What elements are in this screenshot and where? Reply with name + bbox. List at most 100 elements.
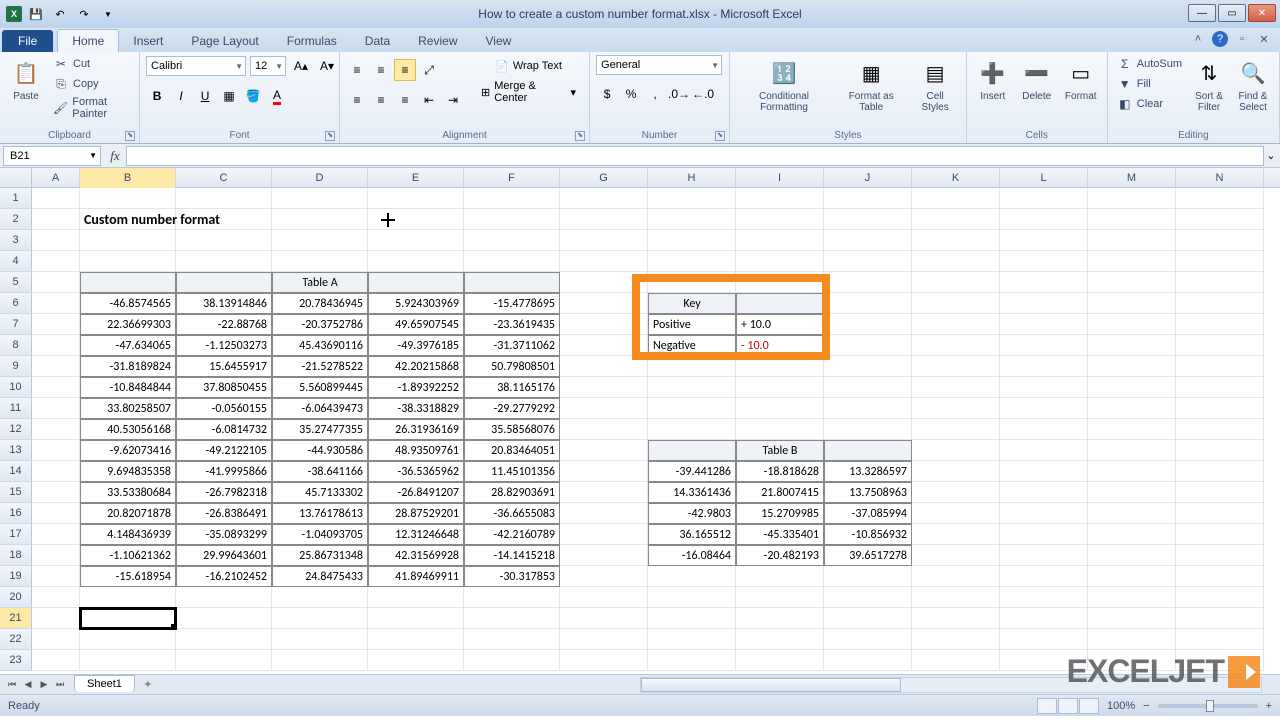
col-header-G[interactable]: G bbox=[560, 168, 648, 188]
cell[interactable] bbox=[32, 188, 80, 209]
row-header-2[interactable]: 2 bbox=[0, 209, 32, 230]
cell[interactable] bbox=[824, 356, 912, 377]
cell[interactable] bbox=[1000, 188, 1088, 209]
tab-view[interactable]: View bbox=[472, 30, 526, 52]
cell[interactable] bbox=[464, 251, 560, 272]
cell[interactable] bbox=[1176, 272, 1264, 293]
increase-font-icon[interactable]: A▴ bbox=[290, 55, 312, 77]
redo-icon[interactable]: ↷ bbox=[74, 4, 94, 24]
tab-page-layout[interactable]: Page Layout bbox=[177, 30, 272, 52]
new-sheet-icon[interactable]: ✦ bbox=[139, 677, 157, 693]
cell[interactable] bbox=[1000, 293, 1088, 314]
zoom-level[interactable]: 100% bbox=[1107, 700, 1135, 712]
row-header-3[interactable]: 3 bbox=[0, 230, 32, 251]
cut-button[interactable]: ✂Cut bbox=[50, 55, 133, 73]
cell[interactable] bbox=[32, 251, 80, 272]
cell[interactable]: - 10.0 bbox=[736, 335, 824, 356]
cell[interactable]: -44.930586 bbox=[272, 440, 368, 461]
cell[interactable]: -21.5278522 bbox=[272, 356, 368, 377]
cell[interactable]: -29.2779292 bbox=[464, 398, 560, 419]
cell[interactable] bbox=[912, 461, 1000, 482]
cell[interactable] bbox=[1088, 461, 1176, 482]
horizontal-scrollbar[interactable] bbox=[640, 677, 1262, 693]
cell[interactable] bbox=[1176, 230, 1264, 251]
cell[interactable]: -10.8484844 bbox=[80, 377, 176, 398]
cell[interactable] bbox=[824, 188, 912, 209]
font-color-button[interactable]: A bbox=[266, 85, 288, 107]
cell[interactable]: 9.694835358 bbox=[80, 461, 176, 482]
cell[interactable] bbox=[560, 188, 648, 209]
cell[interactable] bbox=[32, 293, 80, 314]
cell[interactable] bbox=[1176, 608, 1264, 629]
minimize-button[interactable]: — bbox=[1188, 4, 1216, 22]
cell[interactable] bbox=[1088, 335, 1176, 356]
border-button[interactable]: ▦ bbox=[218, 85, 240, 107]
col-header-K[interactable]: K bbox=[912, 168, 1000, 188]
cell[interactable]: 11.45101356 bbox=[464, 461, 560, 482]
cell[interactable]: -39.441286 bbox=[648, 461, 736, 482]
col-header-M[interactable]: M bbox=[1088, 168, 1176, 188]
cell[interactable]: -16.08464 bbox=[648, 545, 736, 566]
select-all-corner[interactable] bbox=[0, 168, 32, 188]
cell[interactable]: -31.8189824 bbox=[80, 356, 176, 377]
cell[interactable] bbox=[368, 629, 464, 650]
cell[interactable] bbox=[912, 398, 1000, 419]
underline-button[interactable]: U bbox=[194, 85, 216, 107]
cell[interactable]: 42.31569928 bbox=[368, 545, 464, 566]
cell[interactable] bbox=[648, 629, 736, 650]
cell[interactable] bbox=[272, 188, 368, 209]
cell[interactable] bbox=[648, 419, 736, 440]
dialog-launcher-icon[interactable]: ⬊ bbox=[715, 131, 725, 141]
col-header-A[interactable]: A bbox=[32, 168, 80, 188]
bold-button[interactable]: B bbox=[146, 85, 168, 107]
cell[interactable] bbox=[648, 440, 736, 461]
cell[interactable]: -38.3318829 bbox=[368, 398, 464, 419]
cell[interactable] bbox=[1000, 650, 1088, 671]
cell[interactable] bbox=[912, 314, 1000, 335]
cell[interactable] bbox=[1088, 398, 1176, 419]
save-icon[interactable]: 💾 bbox=[26, 4, 46, 24]
cell[interactable] bbox=[648, 608, 736, 629]
cell[interactable] bbox=[272, 209, 368, 230]
cell[interactable] bbox=[648, 377, 736, 398]
undo-icon[interactable]: ↶ bbox=[50, 4, 70, 24]
cell[interactable] bbox=[912, 482, 1000, 503]
cell[interactable]: -47.634065 bbox=[80, 335, 176, 356]
cell[interactable] bbox=[1176, 482, 1264, 503]
cell[interactable]: -26.7982318 bbox=[176, 482, 272, 503]
cell[interactable]: -20.3752786 bbox=[272, 314, 368, 335]
cell[interactable]: -18.818628 bbox=[736, 461, 824, 482]
last-sheet-icon[interactable]: ⏭ bbox=[52, 677, 68, 693]
copy-button[interactable]: ⎘Copy bbox=[50, 75, 133, 93]
cell[interactable] bbox=[272, 650, 368, 671]
cell[interactable]: -16.2102452 bbox=[176, 566, 272, 587]
italic-button[interactable]: I bbox=[170, 85, 192, 107]
row-header-23[interactable]: 23 bbox=[0, 650, 32, 671]
cell[interactable] bbox=[1088, 293, 1176, 314]
cell[interactable]: 15.6455917 bbox=[176, 356, 272, 377]
cell[interactable] bbox=[80, 650, 176, 671]
cell[interactable] bbox=[32, 209, 80, 230]
align-left-icon[interactable]: ≡ bbox=[346, 89, 368, 111]
align-bottom-icon[interactable]: ≡ bbox=[394, 59, 416, 81]
cell[interactable] bbox=[912, 440, 1000, 461]
paste-button[interactable]: 📋 Paste bbox=[6, 55, 46, 104]
cell[interactable]: 28.82903691 bbox=[464, 482, 560, 503]
decrease-font-icon[interactable]: A▾ bbox=[316, 55, 338, 77]
cell[interactable]: 5.924303969 bbox=[368, 293, 464, 314]
tab-review[interactable]: Review bbox=[404, 30, 471, 52]
cell[interactable] bbox=[912, 335, 1000, 356]
cell[interactable] bbox=[1000, 524, 1088, 545]
zoom-out-icon[interactable]: − bbox=[1143, 700, 1149, 712]
cell[interactable] bbox=[912, 650, 1000, 671]
cell[interactable]: -23.3619435 bbox=[464, 314, 560, 335]
cell[interactable]: + 10.0 bbox=[736, 314, 824, 335]
cell[interactable] bbox=[560, 482, 648, 503]
maximize-button[interactable]: ▭ bbox=[1218, 4, 1246, 22]
cell[interactable]: -46.8574565 bbox=[80, 293, 176, 314]
cell[interactable] bbox=[560, 566, 648, 587]
cell[interactable] bbox=[464, 209, 560, 230]
cell[interactable] bbox=[1000, 608, 1088, 629]
cell[interactable] bbox=[1176, 314, 1264, 335]
cell[interactable] bbox=[824, 293, 912, 314]
